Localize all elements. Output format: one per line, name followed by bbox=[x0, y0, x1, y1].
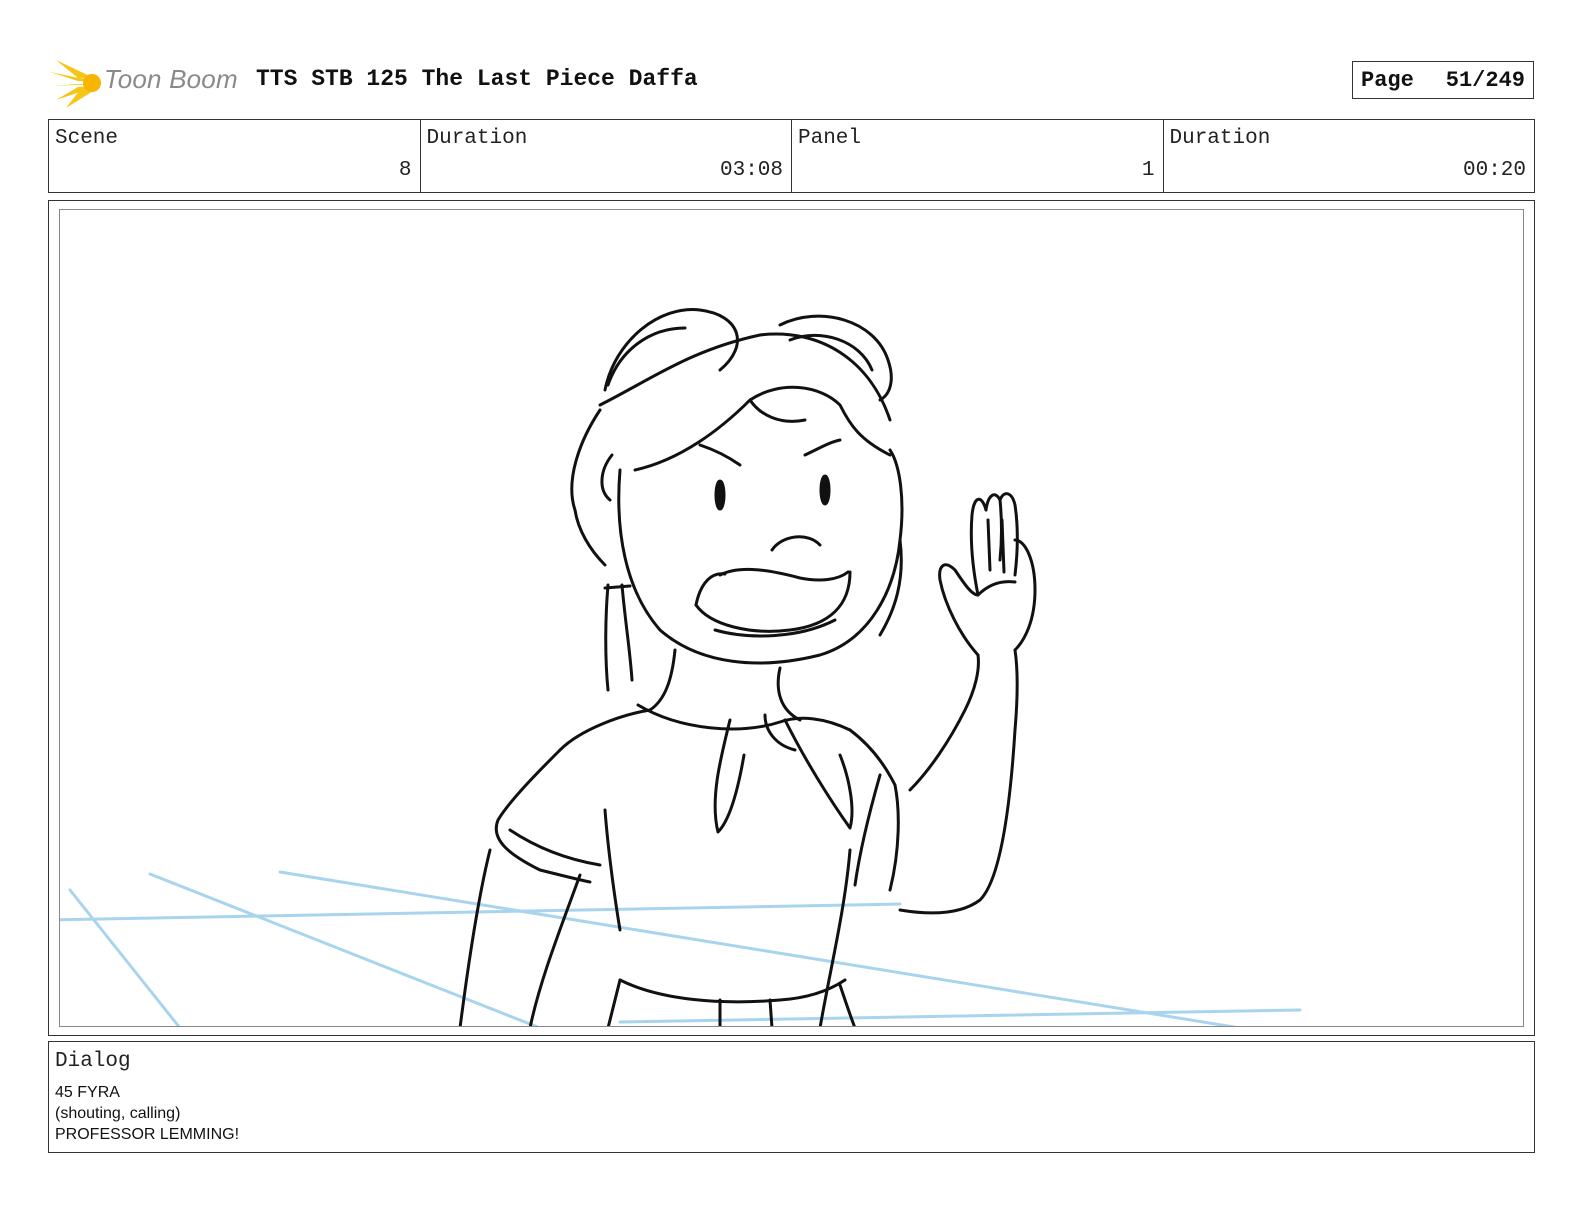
dialog-line: PROFESSOR LEMMING! bbox=[55, 1126, 240, 1143]
dialog-line: 45 FYRA bbox=[55, 1084, 120, 1101]
scene-value: 8 bbox=[398, 159, 412, 182]
scene-cell: Scene 8 bbox=[49, 120, 421, 192]
panel-frame bbox=[59, 209, 1524, 1027]
starburst-icon bbox=[50, 60, 101, 108]
page-number: 51/249 bbox=[1445, 67, 1525, 93]
dialog-label: Dialog bbox=[55, 1050, 131, 1073]
character-sketch bbox=[60, 308, 1302, 1026]
page-label: Page bbox=[1361, 67, 1414, 93]
scene-label: Scene bbox=[55, 127, 119, 150]
panel-duration-cell: Duration 00:20 bbox=[1164, 120, 1535, 192]
scene-duration-value: 03:08 bbox=[719, 159, 783, 182]
dialog-box: Dialog 45 FYRA (shouting, calling) PROFE… bbox=[48, 1041, 1535, 1153]
page-indicator: Page 51/249 bbox=[1352, 61, 1534, 99]
scene-duration-label: Duration bbox=[426, 127, 528, 150]
panel-duration-value: 00:20 bbox=[1462, 159, 1526, 182]
logo-text: Toon Boom bbox=[104, 64, 238, 94]
storyboard-panel bbox=[48, 200, 1535, 1036]
storyboard-info-row: Scene 8 Duration 03:08 Panel 1 Duration … bbox=[48, 119, 1535, 193]
dialog-text: 45 FYRA (shouting, calling) PROFESSOR LE… bbox=[55, 1082, 239, 1145]
document-title: TTS STB 125 The Last Piece Daffa bbox=[256, 66, 698, 92]
perspective-guides bbox=[60, 870, 1302, 1026]
dialog-line: (shouting, calling) bbox=[55, 1105, 181, 1122]
panel-value: 1 bbox=[1141, 159, 1155, 182]
panel-duration-label: Duration bbox=[1169, 127, 1271, 150]
panel-cell: Panel 1 bbox=[792, 120, 1164, 192]
panel-label: Panel bbox=[798, 127, 862, 150]
scene-duration-cell: Duration 03:08 bbox=[421, 120, 792, 192]
toon-boom-logo: Toon Boom bbox=[48, 54, 238, 110]
girl-figure bbox=[458, 308, 1037, 1026]
